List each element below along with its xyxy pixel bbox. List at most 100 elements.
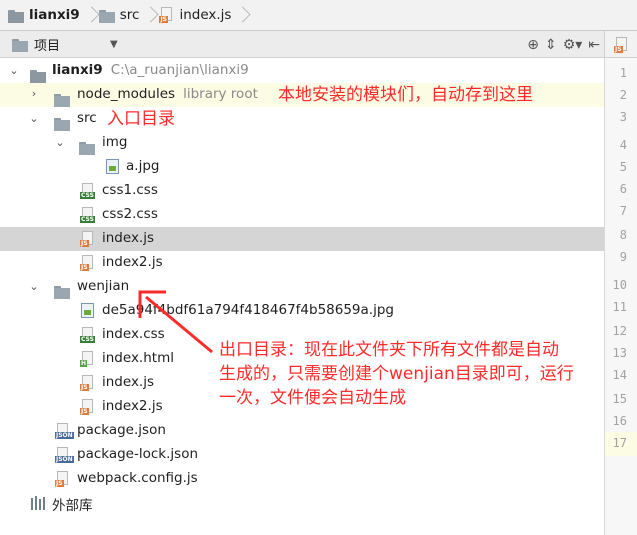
collapse-icon[interactable]: ⇕ <box>545 37 557 53</box>
js-file-icon: JS <box>79 375 95 391</box>
js-file-icon: JS <box>613 37 629 53</box>
line-number: 8 <box>619 228 627 242</box>
line-number: 4 <box>619 138 627 152</box>
line-number: 12 <box>612 324 627 338</box>
tree-item-label: css1.css <box>102 182 158 198</box>
line-number: 17 <box>612 436 627 450</box>
tree-row-root[interactable]: ⌄ lianxi9 C:\a_ruanjian\lianxi9 <box>0 59 604 83</box>
target-icon[interactable]: ⊕ <box>527 37 539 53</box>
hide-panel-icon[interactable]: ⇤ <box>588 37 600 53</box>
js-file-icon: JS <box>79 255 95 271</box>
folder-icon <box>8 9 24 23</box>
html-file-icon: H <box>79 351 95 367</box>
line-number: 7 <box>619 204 627 218</box>
tree-item-label: a.jpg <box>126 158 160 174</box>
image-file-icon <box>104 159 120 175</box>
folder-icon <box>54 285 70 299</box>
folder-icon <box>30 69 46 83</box>
line-number: 10 <box>612 278 627 292</box>
editor-tab-js-icon[interactable]: JS <box>604 31 637 58</box>
tree-row-src[interactable]: ⌄ src <box>0 107 604 131</box>
folder-icon <box>79 141 95 155</box>
breadcrumb: lianxi9 src JS index.js <box>0 0 637 31</box>
folder-icon <box>98 9 115 23</box>
line-number: 15 <box>612 392 627 406</box>
tree-row-wenjian-image[interactable]: de5a94f4bdf61a794f418467f4b58659a.jpg <box>0 299 604 323</box>
js-file-icon: JS <box>79 231 95 247</box>
line-number: 5 <box>619 160 627 174</box>
breadcrumb-item-src[interactable]: src <box>95 0 144 31</box>
tree-row-css1[interactable]: CSS css1.css <box>0 179 604 203</box>
line-number: 16 <box>612 414 627 428</box>
tree-row-external-libraries[interactable]: 外部库 <box>0 491 604 515</box>
breadcrumb-separator <box>235 0 246 31</box>
breadcrumb-item-lianxi9[interactable]: lianxi9 <box>4 0 84 31</box>
breadcrumb-item-index-js[interactable]: JS index.js <box>154 0 235 31</box>
tree-item-label: package.json <box>77 422 166 438</box>
project-view-title[interactable]: 项目 <box>34 35 60 54</box>
line-number: 2 <box>619 88 627 102</box>
tree-root-label: lianxi9 <box>52 62 103 78</box>
chevron-down-icon[interactable]: ⌄ <box>54 137 66 149</box>
tree-item-label: wenjian <box>77 278 130 294</box>
chevron-down-icon[interactable]: ⌄ <box>28 281 40 293</box>
library-root-note: library root <box>183 86 258 102</box>
tree-item-label: webpack.config.js <box>77 470 198 486</box>
tree-row-package-json[interactable]: JSON package.json <box>0 419 604 443</box>
project-toolbar: 项目 ▼ ⊕ ⇕ ⚙▾ ⇤ <box>0 31 604 58</box>
line-number: 14 <box>612 368 627 382</box>
css-file-icon: CSS <box>79 327 95 343</box>
image-file-icon <box>79 303 95 319</box>
js-file-icon: JS <box>158 7 174 23</box>
line-number: 9 <box>619 250 627 264</box>
project-view-icon <box>12 38 28 52</box>
css-file-icon: CSS <box>79 207 95 223</box>
tree-root-path: C:\a_ruanjian\lianxi9 <box>110 62 249 78</box>
annotation-output-line3: 一次，文件便会自动生成 <box>219 388 406 408</box>
tree-row-package-lock[interactable]: JSON package-lock.json <box>0 443 604 467</box>
tree-item-label: src <box>77 110 97 126</box>
json-file-icon: JSON <box>54 447 74 463</box>
chevron-right-icon[interactable]: › <box>28 88 40 100</box>
gear-icon[interactable]: ⚙▾ <box>563 37 583 53</box>
tree-item-label: index.html <box>102 350 174 366</box>
tree-row-wenjian[interactable]: ⌄ wenjian <box>0 275 604 299</box>
tree-row-webpack-config[interactable]: JS webpack.config.js <box>0 467 604 491</box>
annotation-output-line1: 出口目录：现在此文件夹下所有文件都是自动 <box>219 340 559 360</box>
tree-item-label: de5a94f4bdf61a794f418467f4b58659a.jpg <box>102 302 394 318</box>
chevron-down-icon[interactable]: ⌄ <box>28 113 40 125</box>
tree-row-css2[interactable]: CSS css2.css <box>0 203 604 227</box>
tree-item-label: index2.js <box>102 398 163 414</box>
tree-row-img[interactable]: ⌄ img <box>0 131 604 155</box>
tree-item-label: index.js <box>102 374 155 390</box>
annotation-output-line2: 生成的，只需要创建个wenjian目录即可，运行 <box>219 364 574 384</box>
breadcrumb-label: lianxi9 <box>29 7 80 23</box>
folder-icon <box>54 117 70 131</box>
tree-item-label: css2.css <box>102 206 158 222</box>
annotation-node-modules: 本地安装的模块们，自动存到这里 <box>278 85 533 105</box>
line-number: 11 <box>612 300 627 314</box>
tree-item-label: node_modules <box>77 86 176 102</box>
tree-item-label: index2.js <box>102 254 163 270</box>
js-file-icon: JS <box>79 399 95 415</box>
chevron-down-icon[interactable]: ⌄ <box>8 65 20 77</box>
editor-gutter: 1 2 3 4 5 6 7 8 9 10 11 12 13 14 15 16 1… <box>604 58 637 535</box>
breadcrumb-separator <box>143 0 154 31</box>
tree-row-index-js[interactable]: JS index.js <box>0 227 604 251</box>
breadcrumb-separator <box>84 0 95 31</box>
tree-item-label: 外部库 <box>52 498 93 514</box>
tree-row-index2-js[interactable]: JS index2.js <box>0 251 604 275</box>
css-file-icon: CSS <box>79 183 95 199</box>
breadcrumb-label: index.js <box>179 7 232 23</box>
chevron-down-icon[interactable]: ▼ <box>110 39 118 50</box>
json-file-icon: JSON <box>54 423 74 439</box>
line-number: 6 <box>619 182 627 196</box>
tree-row-a-jpg[interactable]: a.jpg <box>0 155 604 179</box>
breadcrumb-label: src <box>119 7 140 23</box>
tree-item-label: index.js <box>102 230 155 246</box>
line-number: 3 <box>619 110 627 124</box>
annotation-src: 入口目录 <box>107 109 175 129</box>
tree-item-label: img <box>102 134 128 150</box>
library-icon <box>30 495 46 511</box>
js-file-icon: JS <box>54 471 70 487</box>
